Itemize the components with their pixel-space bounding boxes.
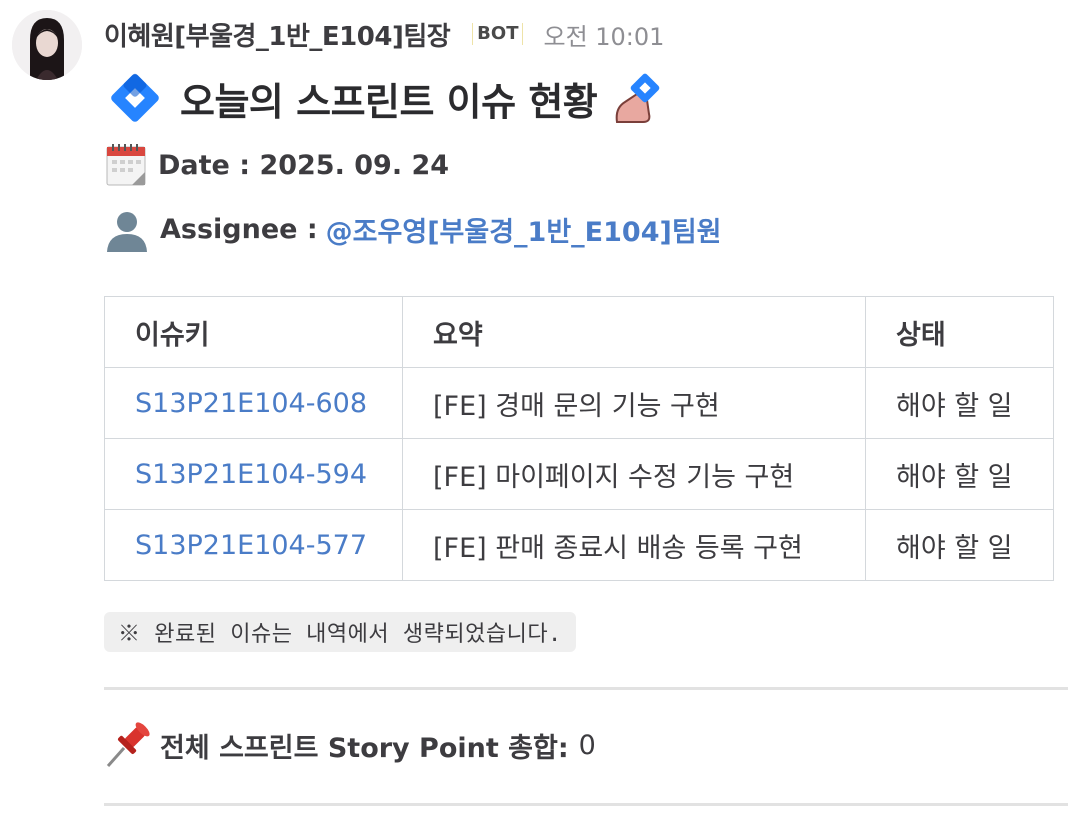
sender-name[interactable]: 이혜원[부울경_1반_E104]팀장 xyxy=(104,16,451,53)
overflow-cell xyxy=(1053,438,1054,510)
divider xyxy=(104,803,1068,806)
overflow-cell xyxy=(1053,367,1054,439)
issue-key-cell: S13P21E104-608 xyxy=(104,367,403,439)
issue-key-link[interactable]: S13P21E104-594 xyxy=(135,459,367,490)
table-header-row: 이슈키 요약 상태 xyxy=(104,296,1054,368)
message-timestamp[interactable]: 오전 10:01 xyxy=(543,17,664,52)
calendar-icon xyxy=(106,144,146,186)
issue-table: 이슈키 요약 상태 S13P21E104-608 [FE] 경매 문의 기능 구… xyxy=(104,296,1054,581)
message-block: 이혜원[부울경_1반_E104]팀장 BOT 오전 10:01 오늘의 스프린트… xyxy=(104,0,1068,806)
pushpin-icon xyxy=(106,722,150,767)
divider xyxy=(104,687,1068,690)
omitted-issues-note: ※ 완료된 이슈는 내역에서 생략되었습니다. xyxy=(104,612,576,652)
issue-key-cell: S13P21E104-594 xyxy=(104,438,403,510)
date-line: Date : 2025. 09. 24 xyxy=(104,142,1068,188)
table-row: S13P21E104-608 [FE] 경매 문의 기능 구현 해야 할 일 xyxy=(104,367,1054,439)
assignee-label: Assignee : xyxy=(160,213,318,245)
story-point-label: 전체 스프린트 Story Point 총합: xyxy=(160,732,569,764)
user-silhouette-icon xyxy=(107,212,147,252)
jira-diamond-icon xyxy=(111,73,159,122)
summary-cell: [FE] 마이페이지 수정 기능 구현 xyxy=(402,438,866,510)
table-row: S13P21E104-594 [FE] 마이페이지 수정 기능 구현 해야 할 … xyxy=(104,438,1054,510)
header-status: 상태 xyxy=(865,296,1054,368)
sender-avatar[interactable] xyxy=(12,10,82,80)
issue-key-cell: S13P21E104-577 xyxy=(104,509,403,581)
status-cell: 해야 할 일 xyxy=(865,438,1054,510)
story-point-line: 전체 스프린트 Story Point 총합: 0 xyxy=(104,722,596,768)
hand-holding-jira-icon xyxy=(615,73,660,123)
issue-key-link[interactable]: S13P21E104-608 xyxy=(135,388,367,419)
avatar-image xyxy=(12,10,82,80)
overflow-cell xyxy=(1053,509,1054,581)
message-header: 이혜원[부울경_1반_E104]팀장 BOT 오전 10:01 xyxy=(104,0,1068,68)
issue-key-link[interactable]: S13P21E104-577 xyxy=(135,530,367,561)
assignee-line: Assignee : @조우영[부울경_1반_E104]팀원 xyxy=(104,206,1068,252)
status-cell: 해야 할 일 xyxy=(865,509,1054,581)
story-point-value: 0 xyxy=(578,729,596,761)
summary-cell: [FE] 경매 문의 기능 구현 xyxy=(402,367,866,439)
header-overflow-column xyxy=(1053,296,1054,368)
assignee-mention-link[interactable]: @조우영[부울경_1반_E104]팀원 xyxy=(326,210,722,249)
summary-cell: [FE] 판매 종료시 배송 등록 구현 xyxy=(402,509,866,581)
message-title: 오늘의 스프린트 이슈 현황 xyxy=(104,68,1068,128)
bot-badge: BOT xyxy=(472,23,524,45)
header-summary: 요약 xyxy=(402,296,866,368)
date-text: Date : 2025. 09. 24 xyxy=(158,149,450,181)
status-cell: 해야 할 일 xyxy=(865,367,1054,439)
title-text: 오늘의 스프린트 이슈 현황 xyxy=(180,79,598,124)
table-row: S13P21E104-577 [FE] 판매 종료시 배송 등록 구현 해야 할… xyxy=(104,509,1054,581)
header-issue-key: 이슈키 xyxy=(104,296,403,368)
